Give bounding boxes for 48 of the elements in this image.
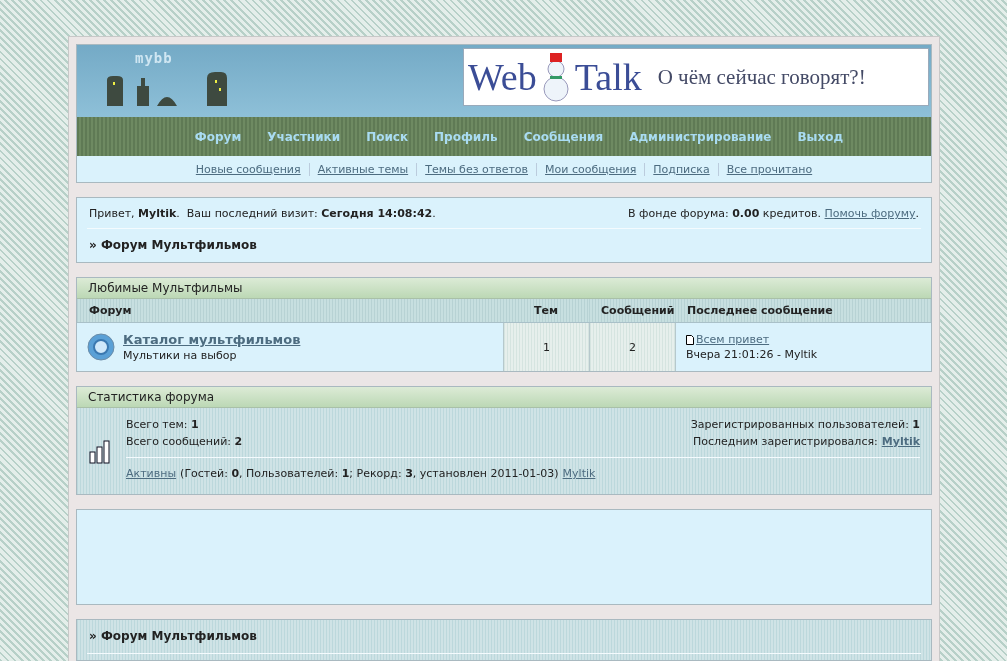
nav-link[interactable]: Профиль bbox=[434, 129, 498, 144]
snowman-icon bbox=[540, 51, 571, 103]
advert-banner[interactable]: Web Talk О чём сейчас говорят?! bbox=[463, 48, 929, 106]
column-header: Сообщений bbox=[589, 299, 675, 323]
logo: mybb bbox=[135, 50, 174, 66]
active-link[interactable]: Активны bbox=[126, 467, 177, 480]
quick-link[interactable]: Мои сообщения bbox=[536, 162, 645, 176]
quick-link[interactable]: Все прочитано bbox=[717, 162, 821, 176]
registered-count: Зарегистрированных пользователей: 1 bbox=[690, 418, 920, 431]
quick-link[interactable]: Подписка bbox=[644, 162, 718, 176]
last-registered-label: Последним зарегистрировался: bbox=[692, 435, 878, 448]
column-header: Форум bbox=[77, 299, 503, 323]
nav-link[interactable]: Поиск bbox=[366, 129, 409, 144]
quick-link[interactable]: Новые сообщения bbox=[187, 162, 309, 176]
breadcrumb: » Форум Мультфильмов bbox=[88, 628, 258, 645]
nav-link[interactable]: Администрирование bbox=[629, 129, 772, 144]
bar-chart-icon bbox=[88, 438, 112, 464]
help-forum-link[interactable]: Помочь форуму bbox=[824, 207, 916, 220]
banner-brand: Talk bbox=[574, 55, 642, 99]
nav-link[interactable]: Выход bbox=[797, 129, 844, 144]
breadcrumb: » Форум Мультфильмов bbox=[88, 237, 258, 254]
welcome-text: Привет, Myltik. Ваш последний визит: Сегодня 14:08:42. bbox=[89, 207, 436, 220]
column-header: Тем bbox=[503, 299, 589, 323]
user-link[interactable]: Myltik bbox=[881, 435, 920, 448]
last-post-link[interactable]: Всем привет bbox=[696, 333, 770, 346]
banner-slogan: О чём сейчас говорят?! bbox=[657, 64, 866, 90]
banner-brand: Web bbox=[468, 55, 537, 99]
posts-count: 2 bbox=[629, 340, 636, 354]
document-icon bbox=[686, 334, 694, 345]
forum-link[interactable]: Каталог мультфильмов bbox=[123, 332, 301, 347]
topics-count: 1 bbox=[543, 340, 550, 354]
stat-text: Всего сообщений: 2 bbox=[126, 435, 243, 448]
fund-end: . bbox=[915, 207, 919, 220]
last-post-info: Вчера 21:01:26 - Myltik bbox=[686, 348, 818, 361]
nav-link[interactable]: Сообщения bbox=[523, 129, 604, 144]
forum-status-icon bbox=[87, 333, 115, 361]
active-text: (Гостей: 0, Пользователей: 1; Рекорд: 3, установлен 2011-01-03) bbox=[180, 467, 559, 480]
category-title: Любимые Мультфильмы bbox=[77, 278, 931, 299]
forum-description: Мультики на выбор bbox=[123, 349, 238, 362]
user-link[interactable]: Myltik bbox=[562, 467, 596, 480]
quick-link[interactable]: Темы без ответов bbox=[416, 162, 537, 176]
stat-text: Всего тем: 1 bbox=[126, 418, 200, 431]
fund-text: В фонде форума: 0.00 кредитов. bbox=[628, 207, 822, 220]
quick-link[interactable]: Активные темы bbox=[308, 162, 417, 176]
column-header: Последнее сообщение bbox=[675, 299, 931, 323]
nav-link[interactable]: Форум bbox=[194, 129, 242, 144]
stats-title: Статистика форума bbox=[77, 387, 931, 408]
nav-link[interactable]: Участники bbox=[267, 129, 341, 144]
